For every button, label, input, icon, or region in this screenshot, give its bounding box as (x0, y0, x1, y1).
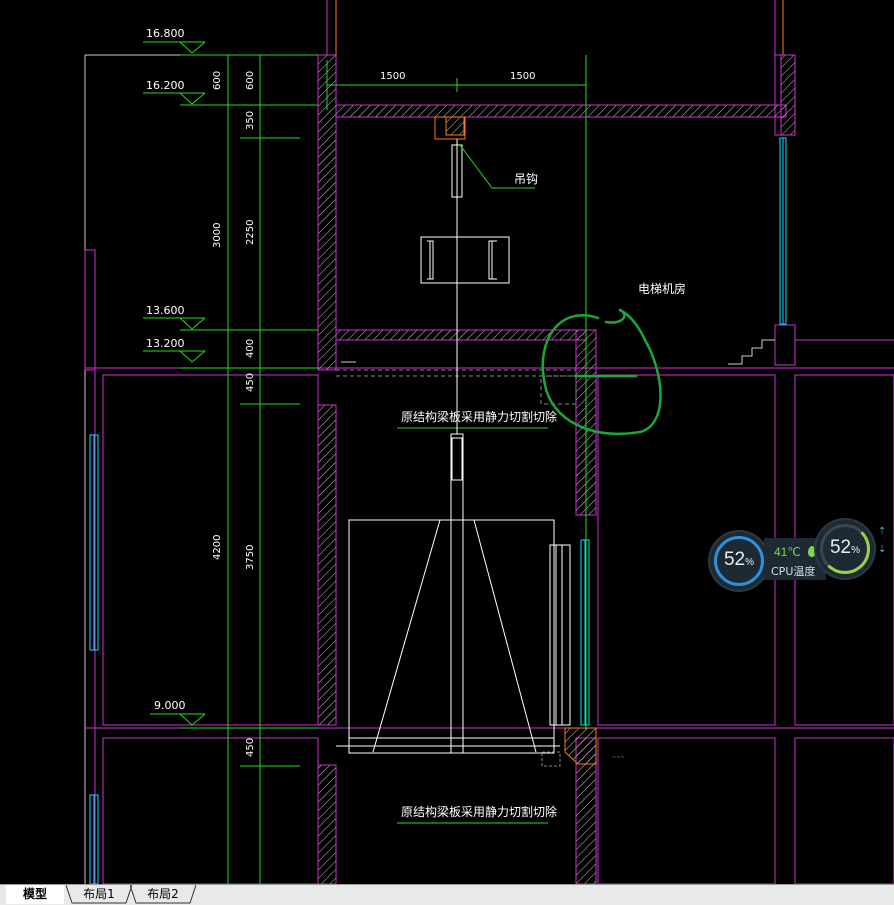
elevation-16800: 16.800 (146, 27, 185, 40)
cpu-temp-value: 41℃ (774, 545, 801, 559)
memory-usage-gauge[interactable]: 52% (816, 520, 874, 578)
dim-400: 400 (245, 339, 256, 358)
tab-model[interactable]: 模型 (6, 885, 64, 904)
leaf-icon (808, 546, 816, 557)
cut-note-lower: 原结构梁板采用静力切割切除 (397, 804, 557, 824)
machine-room-label: 电梯机房 (638, 281, 686, 296)
dim-1500-left: 1500 (380, 71, 405, 82)
stair-steps (728, 339, 775, 365)
dim-1500-right: 1500 (510, 71, 535, 82)
lifting-hook (434, 116, 535, 340)
window-right-upper (779, 137, 787, 325)
download-arrow-icon: ⇣ (878, 544, 887, 555)
dim-3000: 3000 (212, 223, 223, 248)
cpu-usage-value: 52 (723, 549, 746, 570)
system-monitor-widget[interactable]: 52% 41℃ CPU温度 52% ⇡ ⇣ (708, 518, 894, 592)
elevation-markers (143, 41, 206, 726)
dim-450-b: 450 (245, 738, 256, 757)
beam-tag: ~~~ (612, 755, 625, 761)
cad-drawing-canvas[interactable]: 16.800 16.200 13.600 13.200 9.000 600 35… (0, 0, 894, 884)
dim-350: 350 (245, 111, 256, 130)
elevation-13600: 13.600 (146, 304, 185, 317)
layout-tab-bar: 模型 布局1 布局2 (0, 884, 894, 905)
cpu-temp-label: CPU温度 (771, 565, 816, 578)
outer-structure-lines (84, 0, 894, 884)
elevation-labels: 16.800 16.200 13.600 13.200 9.000 (146, 27, 186, 712)
svg-text:原结构梁板采用静力切割切除: 原结构梁板采用静力切割切除 (401, 804, 557, 819)
elevator-car (336, 340, 571, 754)
elevation-13200: 13.200 (146, 337, 185, 350)
network-arrows: ⇡ ⇣ (876, 526, 890, 566)
upload-arrow-icon: ⇡ (878, 526, 887, 537)
dim-600-outer: 600 (212, 71, 223, 90)
window-left (89, 434, 99, 884)
tab-layout1[interactable]: 布局1 (66, 885, 132, 904)
dim-450-a: 450 (245, 373, 256, 392)
memory-usage-value: 52 (829, 537, 852, 558)
hook-label: 吊钩 (514, 172, 538, 186)
dim-3750: 3750 (245, 545, 256, 570)
annotation-circle[interactable] (541, 308, 662, 435)
shaft-walls (317, 54, 796, 884)
svg-text:原结构梁板采用静力切割切除: 原结构梁板采用静力切割切除 (401, 409, 557, 424)
elevation-16200: 16.200 (146, 79, 185, 92)
elevation-9000: 9.000 (154, 699, 186, 712)
dim-4200: 4200 (212, 535, 223, 560)
window-shaft-right (580, 539, 590, 726)
hoist-machine (420, 236, 510, 284)
cut-note-upper: 原结构梁板采用静力切割切除 (397, 409, 557, 429)
dim-600-inner: 600 (245, 71, 256, 90)
memory-usage-unit: % (851, 545, 861, 556)
cpu-usage-unit: % (745, 557, 755, 568)
cpu-usage-gauge[interactable]: 52% (710, 532, 768, 590)
tab-layout2[interactable]: 布局2 (130, 885, 196, 904)
dim-2250: 2250 (245, 220, 256, 245)
